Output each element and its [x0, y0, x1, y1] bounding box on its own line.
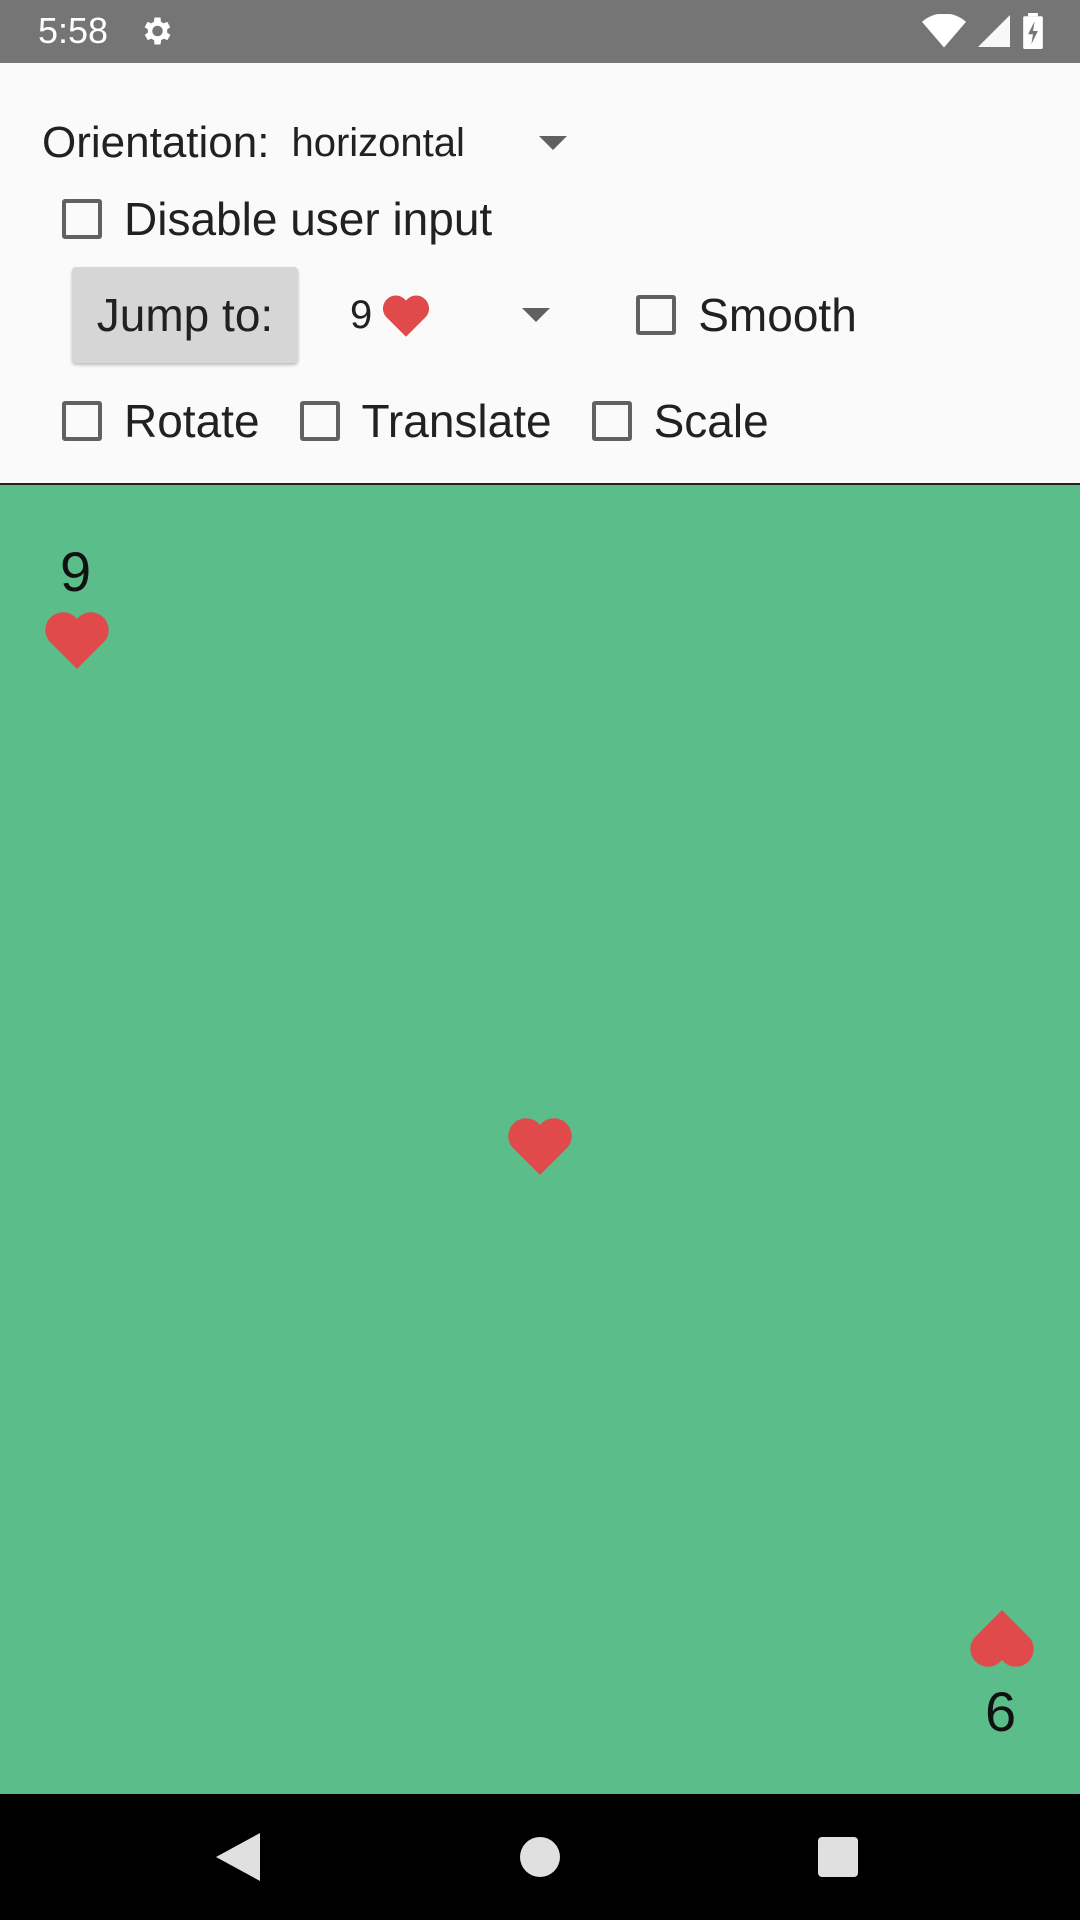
rotate-checkbox[interactable]: Rotate: [62, 394, 260, 448]
smooth-label: Smooth: [698, 289, 857, 341]
checkbox-icon: [636, 295, 677, 335]
checkbox-icon: [299, 401, 340, 441]
heart-icon: [45, 612, 109, 669]
translate-checkbox[interactable]: Translate: [299, 394, 552, 448]
disable-user-input-checkbox[interactable]: Disable user input: [62, 187, 492, 251]
disable-user-input-label: Disable user input: [124, 193, 493, 245]
orientation-label: Orientation:: [42, 118, 270, 167]
jump-to-button[interactable]: Jump to:: [72, 267, 298, 363]
orientation-value: horizontal: [291, 120, 465, 165]
navigation-bar: [0, 1794, 1080, 1920]
status-time: 5:58: [38, 10, 109, 51]
rotate-label: Rotate: [124, 395, 260, 447]
controls-panel: Orientation: horizontal Disable user inp…: [0, 63, 1080, 485]
back-icon[interactable]: [216, 1833, 260, 1881]
checkbox-icon: [591, 401, 632, 441]
jump-card-rank: 9: [350, 292, 373, 337]
translate-label: Translate: [361, 395, 552, 447]
wifi-icon: [922, 14, 966, 48]
home-icon[interactable]: [520, 1837, 560, 1877]
checkbox-icon: [62, 199, 102, 239]
orientation-spinner[interactable]: horizontal: [269, 120, 567, 166]
checkbox-icon: [62, 401, 102, 441]
heart-icon: [508, 1118, 572, 1175]
scale-checkbox[interactable]: Scale: [591, 394, 769, 448]
signal-icon: [978, 15, 1010, 47]
card-rank-top: 9: [60, 540, 92, 603]
gear-icon: [144, 17, 171, 45]
jump-card-spinner[interactable]: 9: [350, 292, 551, 338]
chevron-down-icon: [538, 136, 567, 150]
battery-charging-icon: [1023, 13, 1043, 49]
status-bar: 5:58: [0, 0, 1080, 63]
recents-icon[interactable]: [818, 1837, 858, 1877]
card-view[interactable]: 9 6: [0, 485, 1080, 1794]
heart-icon: [970, 1610, 1034, 1667]
smooth-checkbox[interactable]: Smooth: [636, 288, 857, 342]
chevron-down-icon: [522, 308, 551, 322]
scale-label: Scale: [653, 395, 769, 447]
heart-icon: [383, 295, 430, 337]
card-rank-bottom: 6: [985, 1680, 1017, 1743]
